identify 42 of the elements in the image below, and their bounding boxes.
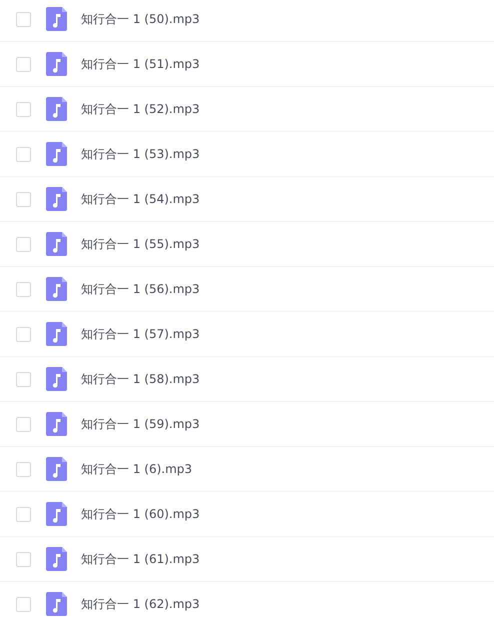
checkbox[interactable] — [16, 552, 31, 566]
music-file-icon — [46, 97, 67, 121]
file-name[interactable]: 知行合一 1 (58).mp3 — [81, 370, 200, 388]
music-file-icon — [46, 457, 67, 481]
file-name[interactable]: 知行合一 1 (53).mp3 — [81, 146, 200, 162]
checkbox[interactable] — [16, 596, 31, 612]
checkbox[interactable] — [16, 416, 31, 432]
file-name[interactable]: 知行合一 1 (55).mp3 — [81, 236, 200, 252]
music-file-icon — [46, 592, 67, 616]
checkbox[interactable] — [16, 12, 31, 26]
music-file-icon — [46, 367, 67, 391]
checkbox[interactable] — [16, 146, 31, 162]
checkbox[interactable] — [16, 192, 31, 206]
music-file-icon — [46, 322, 67, 346]
file-name[interactable]: 知行合一 1 (52).mp3 — [81, 100, 200, 118]
checkbox[interactable] — [16, 56, 31, 72]
checkbox[interactable] — [16, 236, 31, 252]
file-name[interactable]: 知行合一 1 (61).mp3 — [81, 550, 200, 568]
music-file-icon — [46, 547, 67, 571]
music-file-icon — [46, 52, 67, 76]
music-file-icon — [46, 502, 67, 526]
file-name[interactable]: 知行合一 1 (62).mp3 — [81, 596, 200, 612]
music-file-icon — [46, 232, 67, 256]
file-name[interactable]: 知行合一 1 (56).mp3 — [81, 280, 200, 298]
checkbox[interactable] — [16, 462, 31, 476]
checkbox[interactable] — [16, 282, 31, 296]
checkbox[interactable] — [16, 506, 31, 522]
checkbox[interactable] — [16, 372, 31, 386]
file-name[interactable]: 知行合一 1 (6).mp3 — [81, 460, 192, 478]
file-name[interactable]: 知行合一 1 (60).mp3 — [81, 506, 200, 522]
checkbox[interactable] — [16, 102, 31, 116]
file-name[interactable]: 知行合一 1 (54).mp3 — [81, 190, 200, 208]
file-name[interactable]: 知行合一 1 (51).mp3 — [81, 56, 200, 72]
file-name[interactable]: 知行合一 1 (50).mp3 — [81, 10, 200, 28]
music-file-icon — [46, 7, 67, 31]
file-name[interactable]: 知行合一 1 (57).mp3 — [81, 326, 200, 342]
music-file-icon — [46, 187, 67, 211]
file-name[interactable]: 知行合一 1 (59).mp3 — [81, 416, 200, 432]
music-file-icon — [46, 412, 67, 436]
music-file-icon — [46, 277, 67, 301]
music-file-icon — [46, 142, 67, 166]
checkbox[interactable] — [16, 326, 31, 342]
